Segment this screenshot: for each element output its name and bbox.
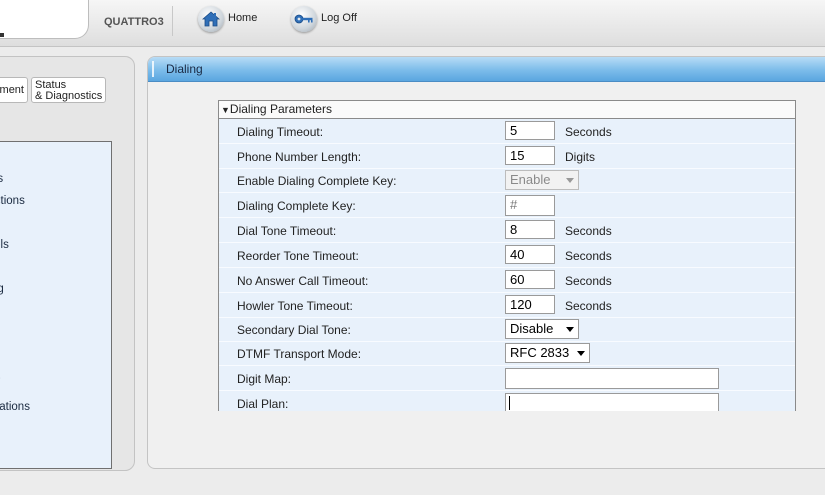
logoff-label: Log Off	[321, 12, 357, 24]
dialing-complete-key-label: Dialing Complete Key:	[237, 199, 356, 213]
row-reorder-tone-timeout: Reorder Tone Timeout: 40 Seconds	[219, 243, 795, 268]
product-name: QUATTRO3	[104, 16, 164, 28]
secondary-dial-tone-select[interactable]: Disable	[505, 319, 579, 339]
enable-dialing-complete-key-select: Enable	[505, 170, 579, 190]
reorder-tone-timeout-input[interactable]: 40	[505, 245, 555, 264]
no-answer-call-timeout-label: No Answer Call Timeout:	[237, 274, 369, 288]
row-howler-tone-timeout: Howler Tone Timeout: 120 Seconds	[219, 293, 795, 318]
digit-map-label: Digit Map:	[237, 372, 292, 386]
phone-number-length-unit: Digits	[565, 150, 596, 164]
chevron-down-icon	[577, 351, 585, 356]
dial-plan-label: Dial Plan:	[237, 397, 289, 411]
nav-item-connections[interactable]: nections	[0, 195, 25, 207]
howler-tone-timeout-unit: Seconds	[565, 299, 612, 313]
no-answer-call-timeout-unit: Seconds	[565, 274, 612, 288]
tab-management[interactable]: ment	[0, 77, 28, 103]
dial-tone-timeout-input[interactable]: 8	[505, 220, 555, 239]
chevron-down-icon	[566, 178, 574, 183]
phone-number-length-label: Phone Number Length:	[237, 150, 362, 164]
logo-tab	[0, 0, 89, 39]
dialing-timeout-input[interactable]: 5	[505, 121, 555, 140]
enable-dialing-complete-key-value: Enable	[510, 172, 551, 187]
top-bar: QUATTRO3 Home Log Off	[0, 0, 825, 47]
enable-dialing-complete-key-label: Enable Dialing Complete Key:	[237, 174, 397, 188]
section-header[interactable]: ▼Dialing Parameters	[219, 101, 795, 119]
title-bar-marker	[152, 61, 154, 77]
home-button[interactable]: Home	[198, 6, 257, 38]
tab-status-diagnostics[interactable]: Status & Diagnostics	[31, 77, 106, 103]
dtmf-transport-mode-label: DTMF Transport Mode:	[237, 347, 362, 361]
key-icon	[291, 6, 317, 32]
row-dialing-complete-key: Dialing Complete Key: #	[219, 193, 795, 218]
reorder-tone-timeout-label: Reorder Tone Timeout:	[237, 249, 359, 263]
secondary-dial-tone-label: Secondary Dial Tone:	[237, 323, 351, 337]
dialing-timeout-label: Dialing Timeout:	[237, 125, 324, 139]
row-secondary-dial-tone: Secondary Dial Tone: Disable	[219, 318, 795, 342]
tab-management-label: ment	[0, 84, 24, 96]
nav-item-protocols[interactable]: ocols	[0, 239, 9, 251]
howler-tone-timeout-input[interactable]: 120	[505, 295, 555, 314]
main-panel: Dialing ▼Dialing Parameters Dialing Time…	[147, 56, 825, 469]
reorder-tone-timeout-unit: Seconds	[565, 249, 612, 263]
nav-item-routing[interactable]: ning	[0, 283, 4, 295]
text-cursor	[509, 396, 510, 410]
section-title: Dialing Parameters	[229, 102, 332, 116]
phone-number-length-input[interactable]: 15	[505, 146, 555, 165]
row-dialing-timeout: Dialing Timeout: 5 Seconds	[219, 119, 795, 144]
home-icon	[198, 6, 224, 32]
logo-icon	[0, 33, 4, 37]
page-title: Dialing	[166, 62, 203, 76]
dialing-parameters-section: ▼Dialing Parameters Dialing Timeout: 5 S…	[218, 100, 796, 411]
toolbar-divider	[172, 6, 173, 36]
chevron-down-icon	[566, 327, 574, 332]
secondary-dial-tone-value: Disable	[510, 321, 554, 336]
digit-map-input[interactable]	[505, 368, 719, 389]
dialing-timeout-unit: Seconds	[565, 125, 612, 139]
nav-item-ngs[interactable]: ngs	[0, 371, 1, 383]
dial-plan-input[interactable]	[505, 393, 719, 411]
dtmf-transport-mode-value: RFC 2833	[510, 345, 570, 360]
row-dial-tone-timeout: Dial Tone Timeout: 8 Seconds	[219, 218, 795, 243]
page-title-bar: Dialing	[148, 57, 825, 82]
howler-tone-timeout-label: Howler Tone Timeout:	[237, 299, 353, 313]
nav-item-settings[interactable]: ings	[0, 173, 3, 185]
row-digit-map: Digit Map:	[219, 366, 795, 391]
collapse-arrow-icon: ▼	[221, 105, 230, 115]
row-dial-plan: Dial Plan:	[219, 391, 795, 411]
nav-tree: ings nections p ocols ning ngs plication…	[0, 141, 112, 469]
dial-tone-timeout-label: Dial Tone Timeout:	[237, 224, 337, 238]
row-phone-number-length: Phone Number Length: 15 Digits	[219, 144, 795, 169]
no-answer-call-timeout-input[interactable]: 60	[505, 270, 555, 289]
logoff-button[interactable]: Log Off	[291, 6, 357, 38]
tab-status-diagnostics-label: Status & Diagnostics	[35, 79, 103, 102]
dtmf-transport-mode-select[interactable]: RFC 2833	[505, 343, 590, 363]
nav-item-applications[interactable]: plications	[0, 401, 30, 413]
row-no-answer-call-timeout: No Answer Call Timeout: 60 Seconds	[219, 268, 795, 293]
row-enable-dialing-complete-key: Enable Dialing Complete Key: Enable	[219, 169, 795, 193]
dial-tone-timeout-unit: Seconds	[565, 224, 612, 238]
home-label: Home	[228, 12, 258, 24]
row-dtmf-transport-mode: DTMF Transport Mode: RFC 2833	[219, 342, 795, 366]
left-nav-panel: ment Status & Diagnostics ings nections …	[0, 56, 135, 471]
dialing-complete-key-input[interactable]: #	[505, 195, 555, 216]
